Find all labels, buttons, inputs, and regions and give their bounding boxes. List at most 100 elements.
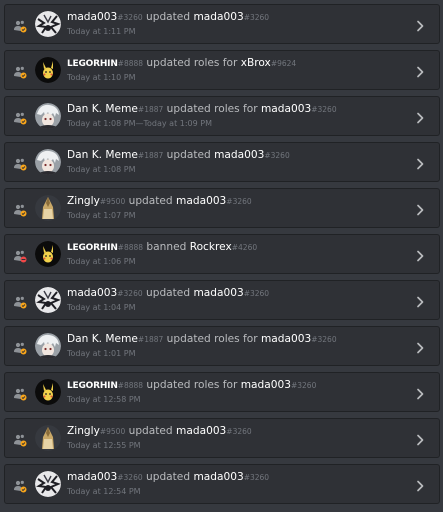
member-update-icon bbox=[13, 156, 27, 171]
member-update-icon bbox=[13, 432, 27, 447]
target-discriminator: #3260 bbox=[243, 473, 270, 482]
target-name: mada003 bbox=[193, 471, 244, 483]
entry-timestamp: Today at 12:54 PM bbox=[67, 487, 141, 496]
audit-log-list: mada003#3260 updated mada003#3260 Today a… bbox=[0, 0, 443, 512]
actor-discriminator: #1887 bbox=[137, 335, 164, 344]
manga-avatar bbox=[35, 11, 61, 37]
actor-name: LEGORHIN bbox=[67, 381, 118, 391]
actor-name: Dan K. Meme bbox=[67, 103, 138, 115]
member-update-icon bbox=[13, 294, 27, 309]
audit-log-entry[interactable]: LEGORHIN#8888 banned Rockrex#4260 Today a… bbox=[4, 234, 440, 274]
entry-timestamp: Today at 1:08 PM bbox=[67, 165, 136, 174]
member-update-icon bbox=[13, 202, 27, 217]
pikachu-avatar bbox=[35, 241, 61, 267]
target-name: xBrox bbox=[240, 57, 271, 69]
action-verb: banned bbox=[146, 241, 187, 253]
audit-log-entry[interactable]: mada003#3260 updated mada003#3260 Today a… bbox=[4, 4, 440, 44]
action-verb: updated bbox=[166, 149, 211, 161]
entry-timestamp: Today at 12:55 PM bbox=[67, 441, 141, 450]
manga-avatar bbox=[35, 287, 61, 313]
target-name: mada003 bbox=[260, 103, 312, 115]
target-discriminator: #3260 bbox=[264, 151, 290, 160]
target-discriminator: #3260 bbox=[226, 427, 252, 436]
target-name: mada003 bbox=[260, 333, 312, 345]
entry-timestamp: Today at 1:10 PM bbox=[67, 73, 136, 82]
target-name: mada003 bbox=[176, 425, 227, 437]
entry-summary: Zingly#9500 updated mada003#3260 bbox=[67, 194, 252, 209]
target-discriminator: #3260 bbox=[290, 381, 317, 390]
hooded-avatar bbox=[35, 425, 61, 451]
action-verb: updated roles for bbox=[166, 103, 258, 115]
entry-summary: Dan K. Meme#1887 updated roles for mada0… bbox=[67, 332, 337, 347]
role-update-icon bbox=[13, 386, 27, 401]
entry-summary: Dan K. Meme#1887 updated roles for mada0… bbox=[67, 102, 337, 117]
hooded-avatar bbox=[35, 195, 61, 221]
chevron-right-icon[interactable] bbox=[415, 110, 425, 124]
audit-log-entry[interactable]: Zingly#9500 updated mada003#3260 Today at… bbox=[4, 188, 440, 228]
member-ban-icon bbox=[13, 248, 27, 263]
chevron-right-icon[interactable] bbox=[415, 294, 425, 308]
audit-log-entry[interactable]: Dan K. Meme#1887 updated roles for mada0… bbox=[4, 326, 440, 366]
actor-name: Zingly bbox=[67, 195, 100, 207]
audit-log-entry[interactable]: LEGORHIN#8888 updated roles for xBrox#96… bbox=[4, 50, 440, 90]
action-verb: updated bbox=[146, 11, 191, 23]
actor-discriminator: #8888 bbox=[117, 381, 144, 390]
action-verb: updated bbox=[146, 287, 191, 299]
member-update-icon bbox=[13, 478, 27, 493]
chevron-right-icon[interactable] bbox=[415, 248, 425, 262]
actor-name: mada003 bbox=[67, 11, 118, 23]
manga-avatar bbox=[35, 471, 61, 497]
actor-discriminator: #3260 bbox=[117, 13, 143, 22]
target-discriminator: #3260 bbox=[226, 197, 252, 206]
actor-name: Zingly bbox=[67, 425, 100, 437]
entry-summary: mada003#3260 updated mada003#3260 bbox=[67, 10, 269, 25]
chevron-right-icon[interactable] bbox=[415, 156, 425, 170]
anime-avatar bbox=[35, 103, 61, 129]
target-discriminator: #4260 bbox=[231, 243, 258, 252]
audit-log-entry[interactable]: LEGORHIN#8888 updated roles for mada003#… bbox=[4, 372, 440, 412]
target-name: mada003 bbox=[214, 149, 265, 161]
actor-discriminator: #9500 bbox=[99, 197, 126, 206]
target-name: mada003 bbox=[193, 287, 244, 299]
target-discriminator: #3260 bbox=[311, 105, 337, 114]
entry-summary: Zingly#9500 updated mada003#3260 bbox=[67, 424, 252, 439]
audit-log-entry[interactable]: Dan K. Meme#1887 updated mada003#3260 Tod… bbox=[4, 142, 440, 182]
actor-name: Dan K. Meme bbox=[67, 333, 138, 345]
actor-name: LEGORHIN bbox=[67, 59, 118, 69]
chevron-right-icon[interactable] bbox=[415, 18, 425, 32]
entry-timestamp: Today at 1:04 PM bbox=[67, 303, 136, 312]
chevron-right-icon[interactable] bbox=[415, 64, 425, 78]
chevron-right-icon[interactable] bbox=[415, 386, 425, 400]
audit-log-entry[interactable]: mada003#3260 updated mada003#3260 Today a… bbox=[4, 280, 440, 320]
entry-timestamp: Today at 1:01 PM bbox=[67, 349, 136, 358]
chevron-right-icon[interactable] bbox=[415, 202, 425, 216]
member-update-icon bbox=[13, 18, 27, 33]
target-discriminator: #9624 bbox=[270, 59, 297, 68]
pikachu-avatar bbox=[35, 57, 61, 83]
anime-avatar bbox=[35, 149, 61, 175]
target-discriminator: #3260 bbox=[311, 335, 337, 344]
target-name: mada003 bbox=[240, 379, 291, 391]
pikachu-avatar bbox=[35, 379, 61, 405]
entry-timestamp: Today at 1:07 PM bbox=[67, 211, 136, 220]
entry-summary: mada003#3260 updated mada003#3260 bbox=[67, 470, 269, 485]
entry-summary: Dan K. Meme#1887 updated mada003#3260 bbox=[67, 148, 290, 163]
action-verb: updated bbox=[146, 471, 191, 483]
entry-summary: LEGORHIN#8888 banned Rockrex#4260 bbox=[67, 240, 257, 255]
entry-timestamp: Today at 1:06 PM bbox=[67, 257, 136, 266]
actor-name: LEGORHIN bbox=[67, 243, 118, 253]
target-discriminator: #3260 bbox=[243, 13, 270, 22]
audit-log-entry[interactable]: mada003#3260 updated mada003#3260 Today a… bbox=[4, 464, 440, 504]
actor-discriminator: #1887 bbox=[137, 105, 164, 114]
action-verb: updated bbox=[128, 425, 173, 437]
audit-log-entry[interactable]: Zingly#9500 updated mada003#3260 Today at… bbox=[4, 418, 440, 458]
chevron-right-icon[interactable] bbox=[415, 478, 425, 492]
chevron-right-icon[interactable] bbox=[415, 432, 425, 446]
actor-name: mada003 bbox=[67, 471, 118, 483]
target-discriminator: #3260 bbox=[243, 289, 270, 298]
audit-log-entry[interactable]: Dan K. Meme#1887 updated roles for mada0… bbox=[4, 96, 440, 136]
entry-summary: mada003#3260 updated mada003#3260 bbox=[67, 286, 269, 301]
actor-name: Dan K. Meme bbox=[67, 149, 138, 161]
actor-discriminator: #3260 bbox=[117, 289, 143, 298]
chevron-right-icon[interactable] bbox=[415, 340, 425, 354]
